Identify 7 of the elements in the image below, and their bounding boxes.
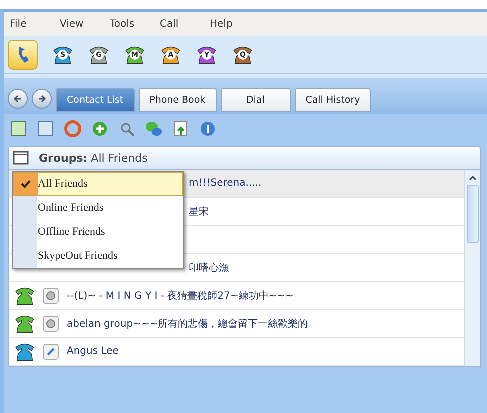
contact-name: --(L)~ - M I N G Y I - 夜猜畫稅師27~練功中~~~ bbox=[67, 290, 294, 302]
groups-label: Groups: All Friends bbox=[39, 152, 148, 164]
contact-name: abelan group~~~所有的悲傷，總會留下一絲歡樂的 bbox=[67, 318, 308, 330]
contact-name: Angus Lee bbox=[67, 346, 119, 357]
contact-name: 卬嗜心漁 bbox=[189, 262, 229, 274]
contact-name: m!!!Serena..... bbox=[189, 178, 262, 189]
contact-name: 星宋 bbox=[189, 206, 209, 218]
